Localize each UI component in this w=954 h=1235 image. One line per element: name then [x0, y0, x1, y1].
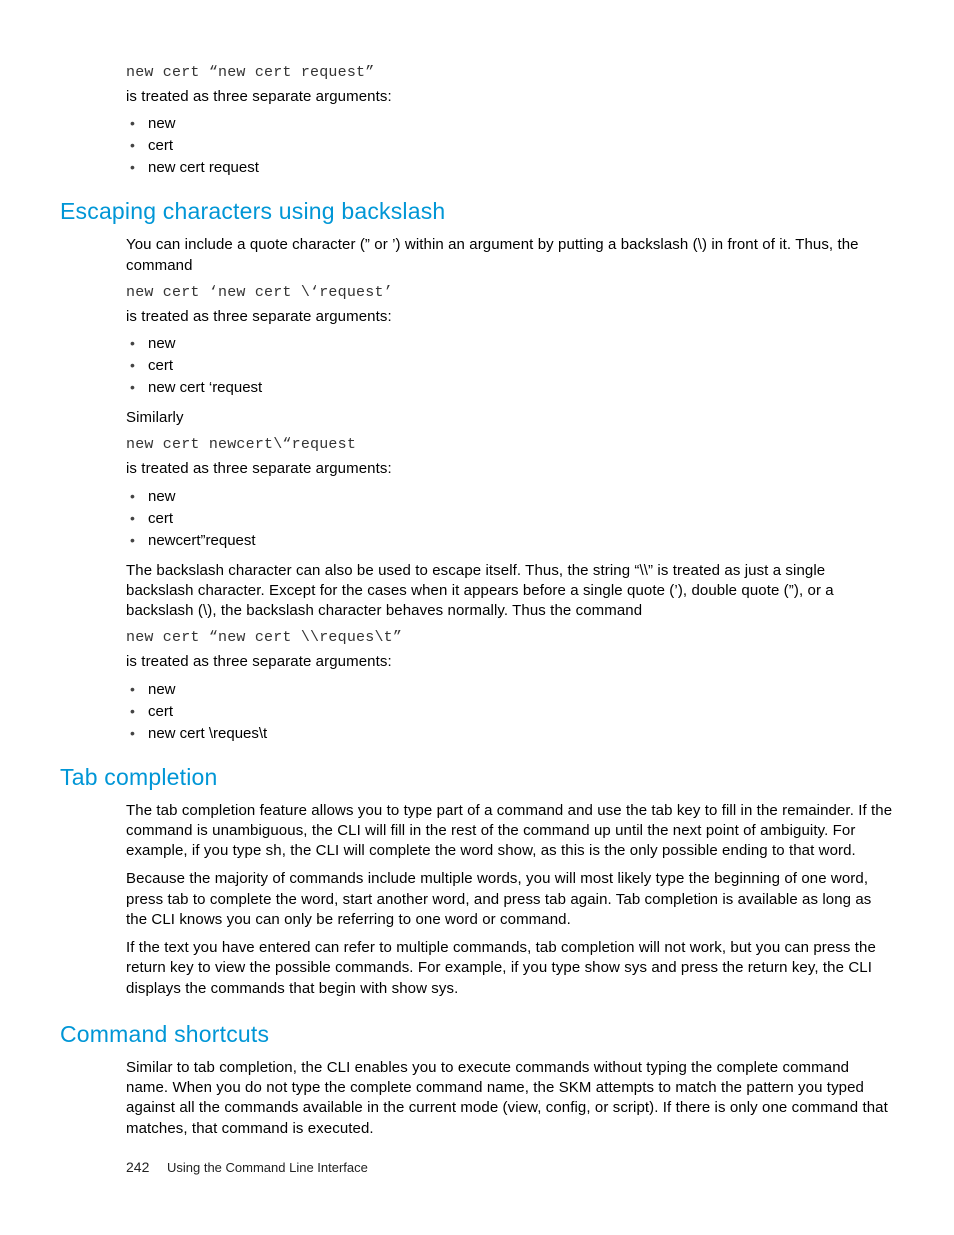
list-item: cert — [126, 703, 894, 720]
list-item: newcert”request — [126, 532, 894, 549]
list-item: cert — [126, 510, 894, 527]
section-heading-command-shortcuts: Command shortcuts — [60, 1021, 894, 1048]
code-line: new cert newcert\“request — [126, 436, 894, 453]
bullet-list: new cert new cert ‘request — [126, 335, 894, 396]
document-page: new cert “new cert request” is treated a… — [0, 0, 954, 1235]
list-item: new cert ‘request — [126, 379, 894, 396]
body-text: The backslash character can also be used… — [126, 561, 894, 622]
body-text: is treated as three separate arguments: — [126, 652, 894, 672]
list-item: cert — [126, 137, 894, 154]
list-item: new — [126, 681, 894, 698]
list-item: new — [126, 335, 894, 352]
body-text: Because the majority of commands include… — [126, 869, 894, 930]
body-text: Similar to tab completion, the CLI enabl… — [126, 1058, 894, 1139]
list-item: new cert \reques\t — [126, 725, 894, 742]
body-text: If the text you have entered can refer t… — [126, 938, 894, 999]
body-text: is treated as three separate arguments: — [126, 87, 894, 107]
list-item: cert — [126, 357, 894, 374]
bullet-list: new cert new cert \reques\t — [126, 681, 894, 742]
page-footer: 242 Using the Command Line Interface — [126, 1159, 368, 1175]
list-item: new cert request — [126, 159, 894, 176]
page-content: new cert “new cert request” is treated a… — [126, 64, 894, 1139]
body-text: Similarly — [126, 408, 894, 428]
body-text: is treated as three separate arguments: — [126, 459, 894, 479]
section-heading-escaping: Escaping characters using backslash — [60, 198, 894, 225]
code-line: new cert “new cert \\reques\t” — [126, 629, 894, 646]
body-text: You can include a quote character (” or … — [126, 235, 894, 276]
code-line: new cert ‘new cert \‘request’ — [126, 284, 894, 301]
bullet-list: new cert newcert”request — [126, 488, 894, 549]
list-item: new — [126, 115, 894, 132]
footer-title: Using the Command Line Interface — [167, 1160, 368, 1175]
section-heading-tab-completion: Tab completion — [60, 764, 894, 791]
page-number: 242 — [126, 1159, 149, 1175]
bullet-list: new cert new cert request — [126, 115, 894, 176]
list-item: new — [126, 488, 894, 505]
body-text: The tab completion feature allows you to… — [126, 801, 894, 862]
code-line: new cert “new cert request” — [126, 64, 894, 81]
body-text: is treated as three separate arguments: — [126, 307, 894, 327]
